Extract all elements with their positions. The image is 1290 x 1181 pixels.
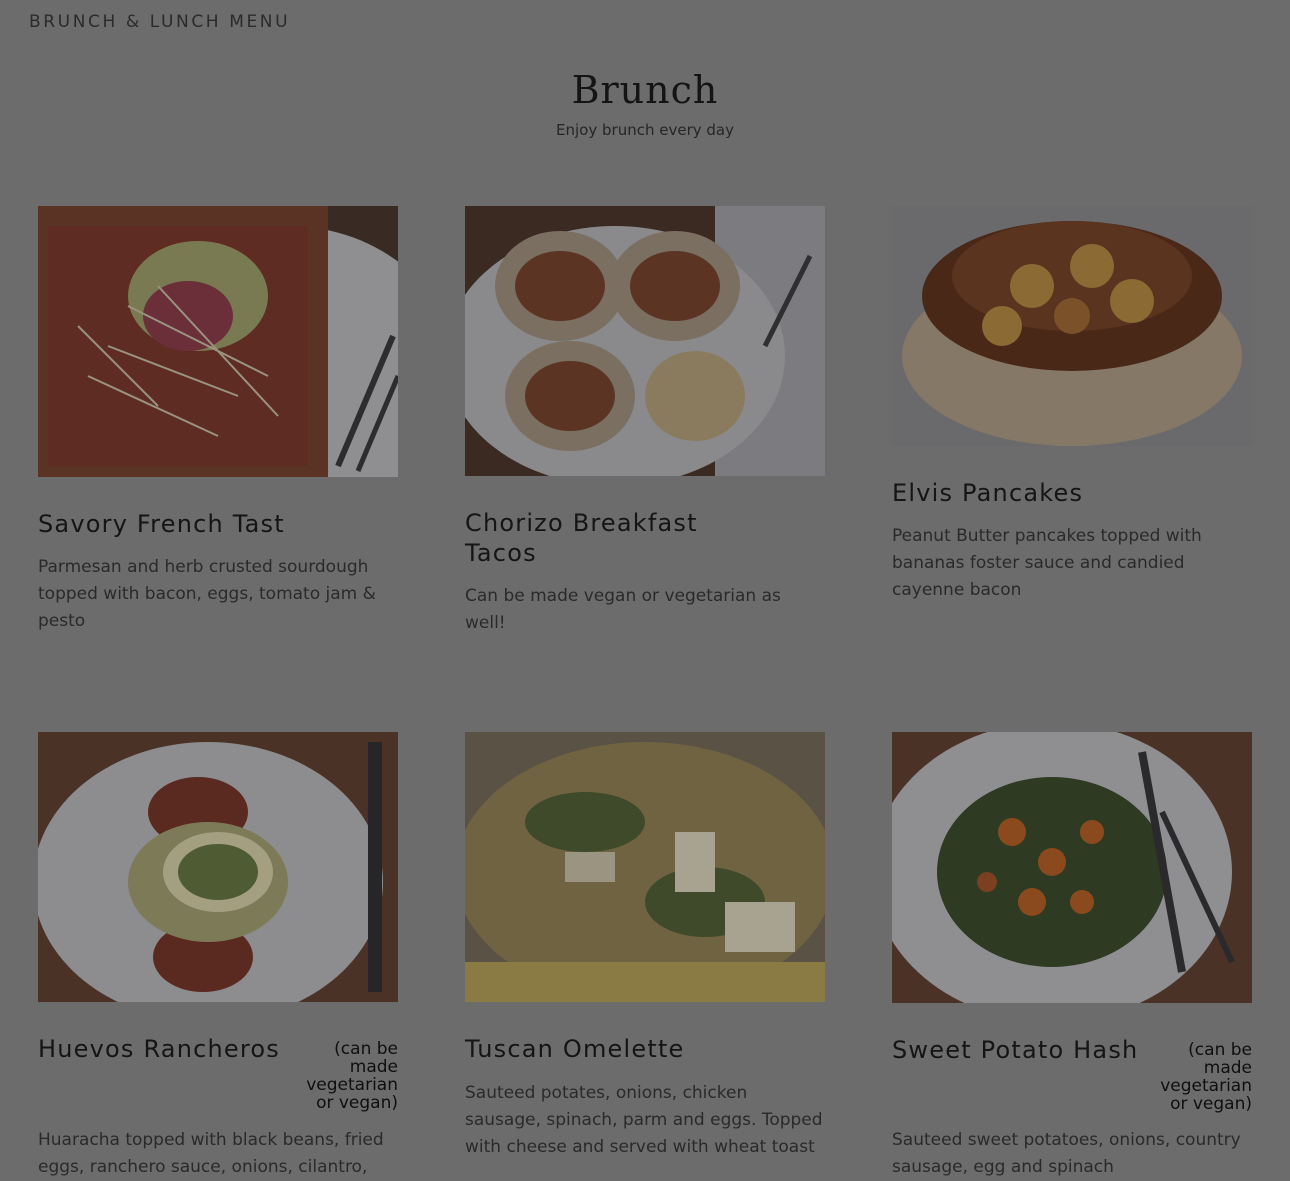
menu-item-name: Elvis Pancakes <box>892 479 1084 507</box>
menu-item-name: Huevos Rancheros <box>38 1035 281 1063</box>
menu-item-name: Chorizo Breakfast Tacos <box>465 509 698 567</box>
menu-item-dietary-note: (can be made vegetarian or vegan) <box>306 1039 398 1113</box>
menu-item-card: Savory French Tast Parmesan and herb cru… <box>38 206 398 646</box>
menu-item-dietary-note: (can be made vegetarian or vegan) <box>1160 1040 1252 1114</box>
nav-menu-title[interactable]: BRUNCH & LUNCH MENU <box>29 12 290 32</box>
page-title: Brunch <box>571 68 719 112</box>
menu-item-description: Can be made vegan or vegetarian as well! <box>465 586 781 633</box>
menu-item-description: Peanut Butter pancakes topped with banan… <box>892 526 1202 600</box>
menu-item-description: Sauteed sweet potatoes, onions, country … <box>892 1130 1241 1177</box>
menu-item-name: Savory French Tast <box>38 510 285 538</box>
food-photo <box>465 206 825 476</box>
food-photo <box>465 732 825 1002</box>
menu-item-card: Huevos Rancheros (can be made vegetarian… <box>38 732 398 1179</box>
menu-item-name: Sweet Potato Hash <box>892 1036 1139 1064</box>
food-photo <box>892 732 1252 1003</box>
food-photo <box>38 732 398 1002</box>
menu-item-name: Tuscan Omelette <box>465 1035 685 1063</box>
menu-item-description: Sauteed potates, onions, chicken sausage… <box>465 1083 823 1157</box>
menu-item-description: Huaracha topped with black beans, fried … <box>38 1130 384 1177</box>
page-subtitle: Enjoy brunch every day <box>556 121 734 139</box>
menu-item-card: Elvis Pancakes Peanut Butter pancakes to… <box>892 206 1252 646</box>
food-photo <box>892 206 1252 446</box>
menu-item-card: Chorizo Breakfast Tacos Can be made vega… <box>465 206 825 646</box>
menu-item-description: Parmesan and herb crusted sourdough topp… <box>38 557 376 631</box>
menu-item-card: Sweet Potato Hash (can be made vegetaria… <box>892 732 1252 1179</box>
food-photo <box>38 206 398 477</box>
menu-item-card: Tuscan Omelette Sauteed potates, onions,… <box>465 732 825 1179</box>
